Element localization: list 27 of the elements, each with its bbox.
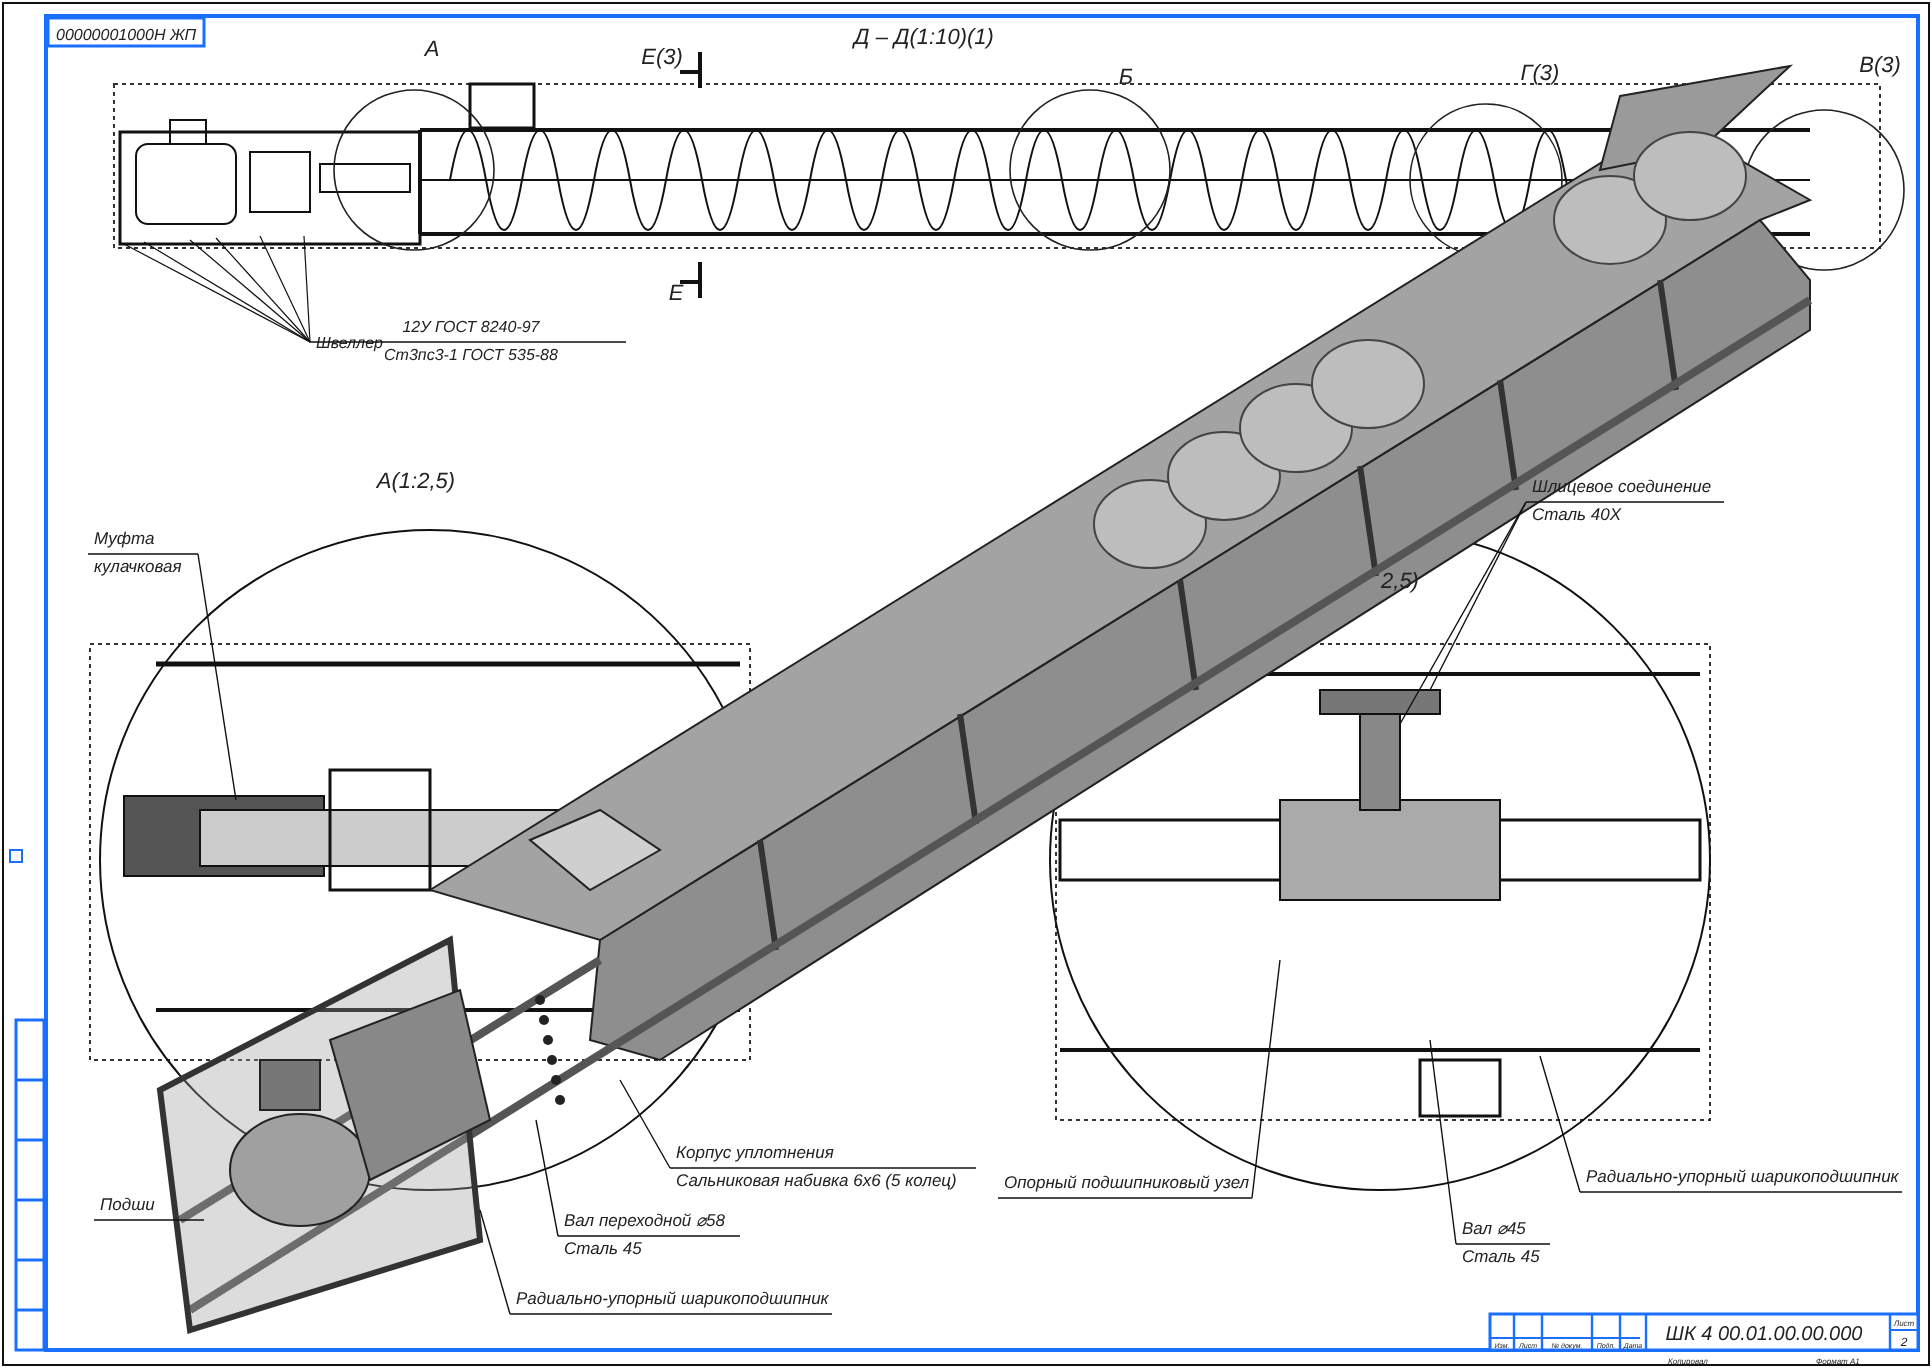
view-label: Б xyxy=(1118,66,1134,90)
callout-text: Радиально-упорный шарикоподшипник xyxy=(516,1288,829,1308)
callout-text: Вал ⌀45 xyxy=(1462,1218,1526,1238)
view-label: Е(3) xyxy=(641,46,683,70)
view-label: Е xyxy=(668,282,684,306)
callout-text: Сталь 45 xyxy=(564,1238,642,1258)
view-label: Г(3) xyxy=(1520,62,1560,86)
callout-text: Сталь 45 xyxy=(1462,1246,1540,1266)
drawing-designation: ШК 4 00.01.00.00.000 xyxy=(1665,1324,1863,1346)
leader-line xyxy=(93,1219,205,1221)
callout-text: 12У ГОСТ 8240-97 xyxy=(402,318,540,336)
callout-text: Сальниковая набивка 6х6 (5 колец) xyxy=(676,1170,957,1190)
view-label: В(3) xyxy=(1859,54,1901,78)
callout-text: Вал переходной ⌀58 xyxy=(564,1210,725,1230)
callout-text: Радиально-упорный шарикоподшипник xyxy=(1586,1166,1899,1186)
callout-text: Муфта xyxy=(94,528,155,548)
view-label: А(1:2,5) xyxy=(376,470,456,494)
frame-mark xyxy=(9,849,23,863)
drawing-code-label: 00000001000Н ЖП xyxy=(56,26,197,44)
callout-text: Ст3пс3-1 ГОСТ 535-88 xyxy=(384,346,558,364)
callout-text: кулачковая xyxy=(94,556,182,576)
view-label: А xyxy=(424,38,440,62)
callout-text: Подши xyxy=(100,1194,155,1214)
view-label: Д – Д(1:10)(1) xyxy=(854,26,994,50)
callout-text: Опорный подшипниковый узел xyxy=(1004,1172,1250,1192)
callout-text: Корпус уплотнения xyxy=(676,1142,834,1162)
callout-text: Сталь 40Х xyxy=(1532,504,1622,524)
